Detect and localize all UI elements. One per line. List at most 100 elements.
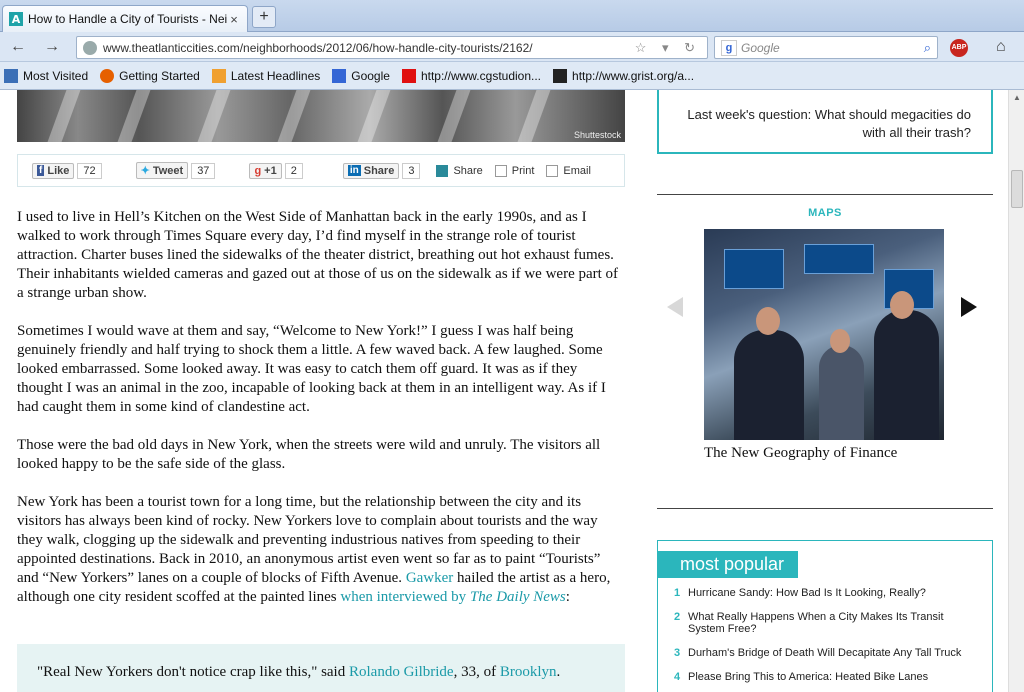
tweet-widget[interactable]: ✦ Tweet 37 [135,162,216,179]
gawker-link[interactable]: Gawker [406,570,453,586]
share-bar: f Like 72 ✦ Tweet 37 g +1 2 in Share 3 Share… [17,154,625,187]
most-popular-box: most popular 1 Hurricane Sandy: How Bad … [657,540,993,692]
tweet-count: 37 [191,162,216,179]
gplus-label: +1 [264,164,277,177]
last-week-question[interactable]: Last week's question: What should megaci… [681,106,971,142]
article-paragraph: Those were the bad old days in New York,… [17,437,601,472]
share-link[interactable]: Share [436,164,483,177]
map-feature-image[interactable] [704,229,944,440]
item-number: 3 [674,647,681,659]
item-link[interactable]: Hurricane Sandy: How Bad Is It Looking, … [688,587,926,599]
bookmark-label: Most Visited [23,68,89,83]
item-link[interactable]: What Really Happens When a City Makes It… [688,611,974,635]
bookmark-most-visited[interactable]: Most Visited [4,68,89,83]
linkedin-count: 3 [402,162,421,179]
navigation-toolbar: ← → www.theatlanticcities.com/neighborho… [0,32,1024,62]
divider [657,508,993,509]
hero-photo: Shuttestock [17,90,625,142]
link-text: when interviewed by [340,589,470,605]
search-box[interactable]: g Google ⌕ [714,36,938,59]
daily-news-link[interactable]: when interviewed by The Daily News [340,589,565,605]
email-label: Email [563,164,591,177]
close-tab-icon[interactable]: × [227,12,241,27]
bookmark-grist[interactable]: http://www.grist.org/a... [553,68,695,83]
quote-text: , 33, of [453,664,500,680]
google-icon [332,68,347,83]
bookmark-label: Getting Started [119,68,200,83]
bookmark-cgstudio[interactable]: http://www.cgstudion... [401,68,542,83]
search-input[interactable]: Google [741,41,924,55]
rolando-gilbride-link[interactable]: Rolando Gilbride [349,664,454,680]
list-item[interactable]: 2 What Really Happens When a City Makes … [674,611,974,635]
bookmark-latest-headlines[interactable]: Latest Headlines [211,68,321,83]
search-icon[interactable]: ⌕ [924,40,931,56]
bookmark-label: http://www.grist.org/a... [572,68,695,83]
tab-title: How to Handle a City of Tourists - Neig.… [28,12,227,26]
photo-credit: Shuttestock [573,130,621,140]
scroll-thumb[interactable] [1011,170,1023,208]
brooklyn-link[interactable]: Brooklyn [500,664,557,680]
gplus-count: 2 [284,162,303,179]
quote-text: . [556,664,561,680]
google-plus-icon: g [254,164,262,177]
email-icon [546,164,559,177]
like-label: Like [47,164,70,177]
bookmark-getting-started[interactable]: Getting Started [100,68,200,83]
poll-box[interactable]: Last week's question: What should megaci… [657,90,993,154]
facebook-like-widget[interactable]: f Like 72 [32,162,102,179]
item-number: 4 [674,671,681,683]
email-link[interactable]: Email [546,164,591,177]
twitter-icon: ✦ [140,165,150,177]
vertical-scrollbar[interactable]: ▲ [1008,90,1024,692]
carousel-next-icon[interactable] [961,297,977,317]
address-bar[interactable]: www.theatlanticcities.com/neighborhoods/… [76,36,708,59]
like-count: 72 [77,162,102,179]
scroll-up-icon[interactable]: ▲ [1009,90,1024,106]
rss-icon [211,68,226,83]
carousel-prev-icon[interactable] [667,297,683,317]
item-link[interactable]: Please Bring This to America: Heated Bik… [688,671,928,683]
divider [657,194,993,195]
list-item[interactable]: 3 Durham's Bridge of Death Will Decapita… [674,647,974,659]
site-icon [401,68,416,83]
site-favicon-icon: A [9,12,23,26]
share-label: Share [453,164,483,177]
bookmark-label: http://www.cgstudion... [420,68,542,83]
bookmark-label: Google [351,68,390,83]
bookmarks-bar: Most Visited Getting Started Latest Head… [0,62,1024,90]
home-button[interactable]: ⌂ [996,38,1006,56]
bookmark-google[interactable]: Google [332,68,390,83]
linkedin-label: Share [363,164,395,177]
print-link[interactable]: Print [494,164,535,177]
google-plus-widget[interactable]: g +1 2 [249,162,303,179]
grist-icon [553,68,568,83]
map-caption-link[interactable]: The New Geography of Finance [704,445,897,462]
tweet-label: Tweet [152,164,184,177]
tab-strip: A How to Handle a City of Tourists - Nei… [0,0,1024,32]
new-tab-button[interactable]: + [252,6,276,28]
back-button[interactable]: ← [8,37,28,57]
plus-icon [436,164,449,177]
blockquote: "Real New Yorkers don't notice crap like… [17,644,625,692]
web-page: Shuttestock f Like 72 ✦ Tweet 37 g +1 2 in S… [0,90,1008,692]
bookmark-star-icon[interactable]: ☆ ▾ ↻ [635,40,701,56]
list-item[interactable]: 4 Please Bring This to America: Heated B… [674,671,974,683]
url-text[interactable]: www.theatlanticcities.com/neighborhoods/… [103,41,635,55]
link-text-italic: The Daily News [469,589,566,605]
paragraph-text: : [565,589,570,605]
linkedin-share-widget[interactable]: in Share 3 [342,162,421,179]
most-popular-heading: most popular [658,551,798,578]
print-label: Print [511,164,535,177]
list-item[interactable]: 1 Hurricane Sandy: How Bad Is It Looking… [674,587,974,599]
article-paragraph: I used to live in Hell’s Kitchen on the … [17,209,619,301]
browser-tab[interactable]: A How to Handle a City of Tourists - Nei… [2,5,248,32]
forward-button[interactable]: → [42,37,62,57]
google-icon[interactable]: g [721,39,737,56]
globe-icon [83,40,97,55]
facebook-icon: f [37,165,45,176]
adblock-icon[interactable]: ABP [950,39,968,57]
bookmark-label: Latest Headlines [230,68,321,83]
item-link[interactable]: Durham's Bridge of Death Will Decapitate… [688,647,961,659]
article-paragraph: Sometimes I would wave at them and say, … [17,323,606,415]
most-popular-list: 1 Hurricane Sandy: How Bad Is It Looking… [674,587,974,692]
